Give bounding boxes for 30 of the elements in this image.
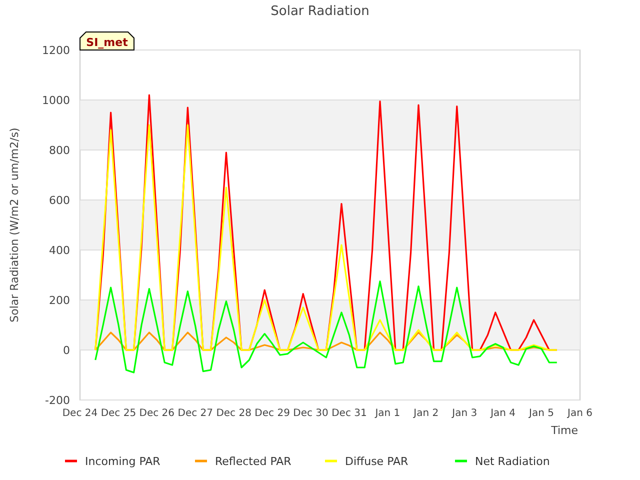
x-tick-label: Jan 2	[414, 408, 439, 419]
legend-label: Incoming PAR	[85, 455, 160, 468]
x-axis-title: Time	[551, 424, 578, 437]
x-tick-label: Jan 6	[568, 408, 592, 419]
x-tick-label: Dec 27	[178, 408, 214, 419]
chart-title: Solar Radiation	[270, 4, 370, 19]
legend-label: Reflected PAR	[215, 455, 292, 468]
y-tick-label: 0	[63, 344, 70, 357]
x-tick-label: Dec 29	[254, 408, 290, 419]
x-tick-label: Dec 26	[139, 408, 175, 419]
y-tick-label: 1000	[42, 94, 70, 107]
x-tick-label: Dec 31	[332, 408, 367, 419]
y-tick-label: 800	[49, 144, 70, 157]
legend-label: Diffuse PAR	[345, 455, 408, 468]
site-tag: SI_met	[80, 32, 134, 50]
y-tick-label: 200	[49, 294, 70, 307]
y-tick-label: 1200	[42, 44, 70, 57]
x-tick-label: Dec 25	[100, 408, 136, 419]
x-tick-label: Jan 3	[452, 408, 478, 419]
y-tick-label: -200	[45, 394, 70, 407]
x-tick-label: Jan 1	[375, 408, 400, 419]
x-tick-label: Dec 30	[293, 408, 328, 419]
x-tick-label: Jan 5	[529, 408, 554, 419]
y-tick-label: 400	[49, 244, 70, 257]
legend-label: Net Radiation	[475, 455, 550, 468]
y-axis-title: Solar Radiation (W/m2 or um/m2/s)	[8, 128, 21, 322]
x-tick-label: Jan 4	[490, 408, 516, 419]
x-tick-label: Dec 24	[62, 408, 98, 419]
x-tick-label: Dec 28	[216, 408, 252, 419]
y-tick-label: 600	[49, 194, 70, 207]
